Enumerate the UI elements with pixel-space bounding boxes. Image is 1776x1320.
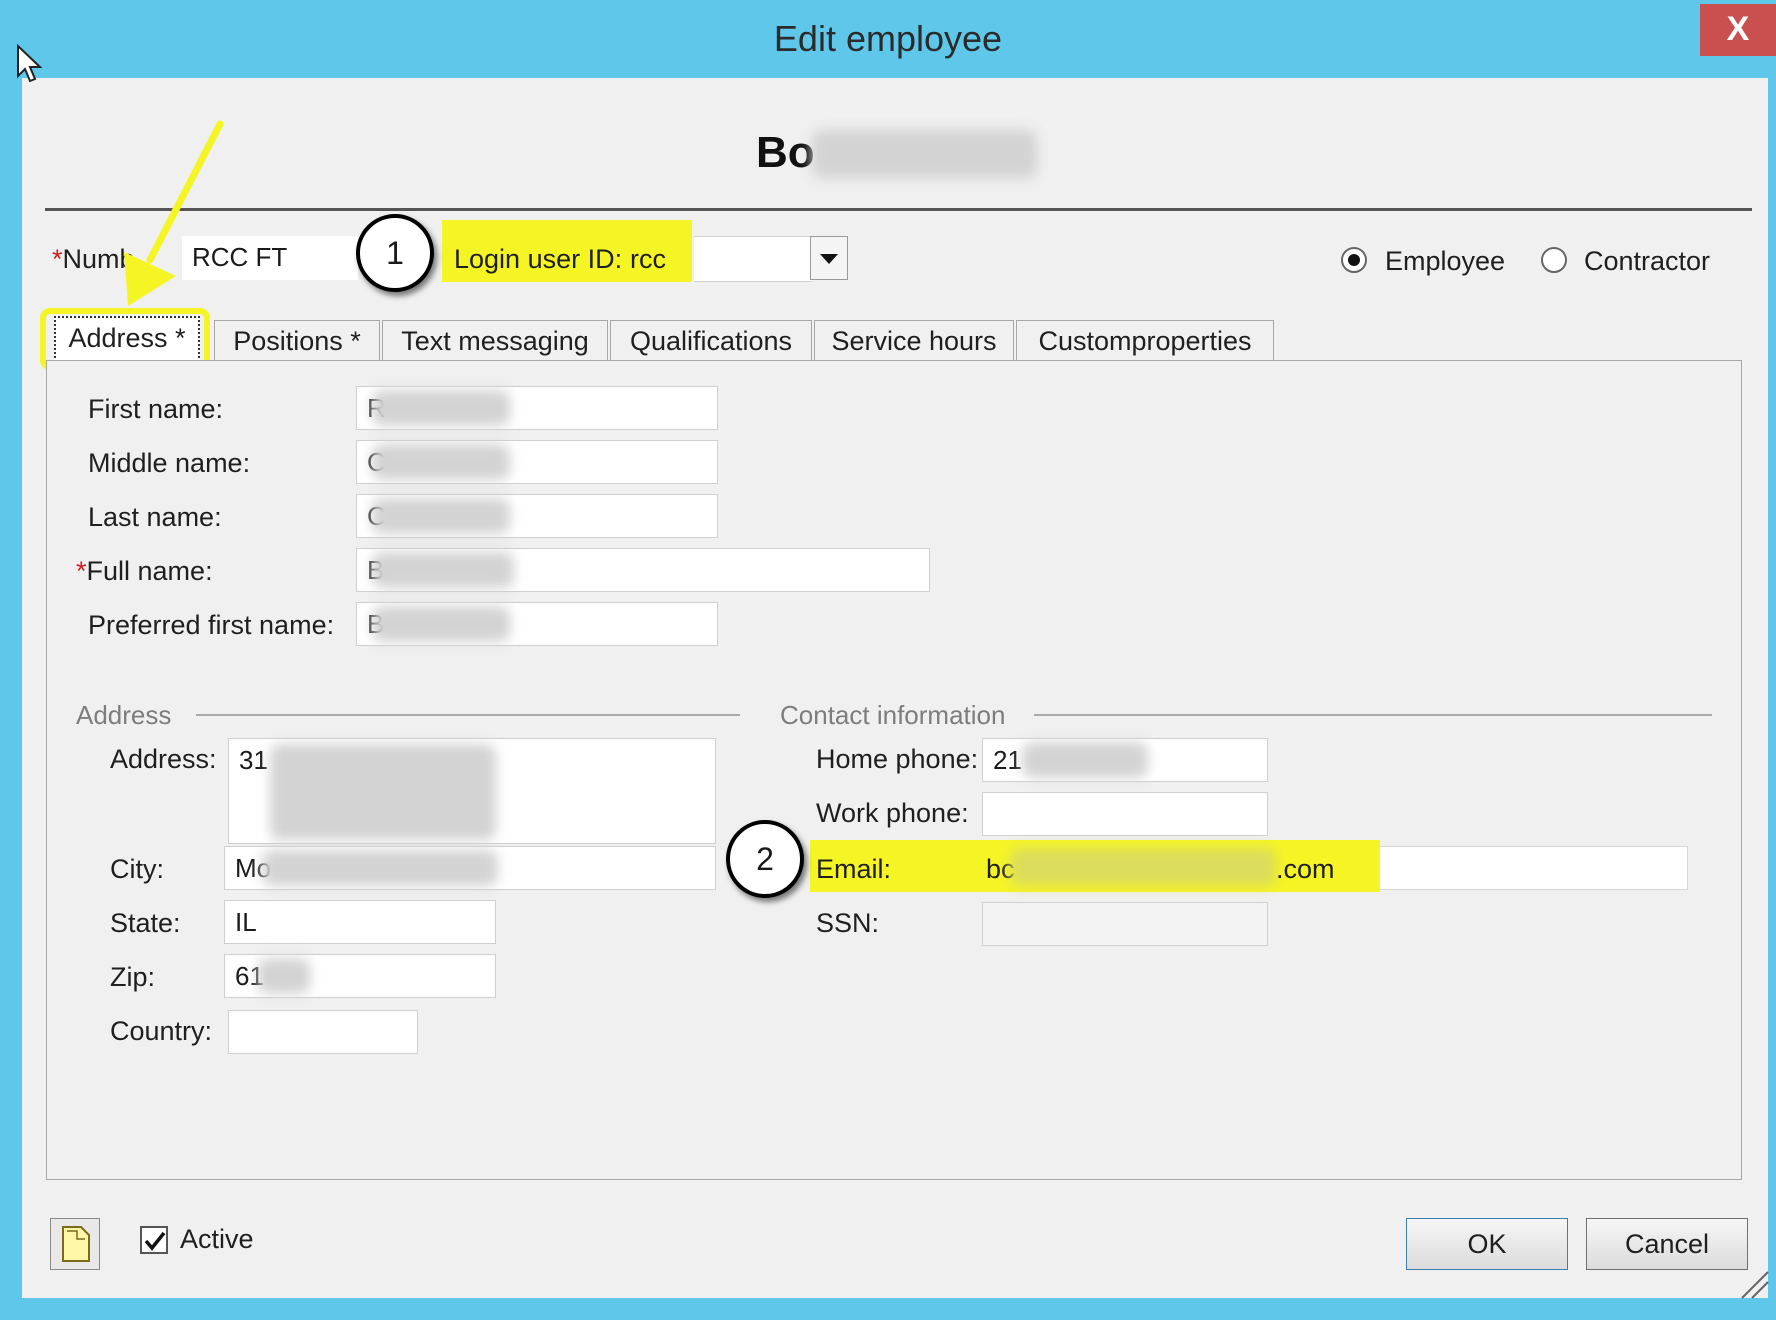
tab-address[interactable]: Address *: [54, 316, 200, 362]
close-button[interactable]: X: [1700, 4, 1776, 56]
mouse-cursor-icon: [17, 44, 43, 83]
home-phone-value: 21: [993, 745, 1022, 775]
address-group-rule: [196, 714, 740, 716]
close-icon: X: [1726, 10, 1750, 48]
ssn-label: SSN:: [816, 908, 880, 938]
middle-name-label: Middle name:: [88, 448, 251, 478]
tab-custom-properties[interactable]: Customproperties: [1016, 320, 1274, 360]
window-frame-left: [0, 78, 22, 1320]
contractor-radio[interactable]: [1540, 246, 1568, 274]
tab-positions[interactable]: Positions *: [214, 320, 380, 360]
state-value: IL: [235, 907, 257, 937]
preferred-first-name-label: Preferred first name:: [88, 610, 335, 640]
redacted-first-name: [372, 390, 510, 426]
active-label[interactable]: Active: [180, 1224, 254, 1255]
resize-grip-icon[interactable]: [1740, 1270, 1770, 1300]
edit-employee-window: Edit employee X Bo *Numb RCC FT Login us…: [0, 0, 1776, 1320]
work-phone-field[interactable]: [982, 792, 1268, 836]
contact-group-title: Contact information: [780, 700, 1006, 730]
tab-service-hours[interactable]: Service hours: [814, 320, 1014, 360]
checkmark-icon: [144, 1231, 166, 1251]
last-name-label: Last name:: [88, 502, 222, 532]
redacted-last-name: [372, 498, 510, 534]
notes-button[interactable]: [50, 1218, 100, 1270]
zip-label: Zip:: [110, 962, 156, 992]
active-checkbox[interactable]: [140, 1226, 168, 1254]
home-phone-label: Home phone:: [816, 744, 979, 774]
login-user-id-label: Login user ID:: [454, 244, 623, 274]
radio-selected-icon: [1341, 247, 1367, 273]
tab-text-messaging[interactable]: Text messaging: [382, 320, 608, 360]
address-label: Address:: [110, 744, 217, 774]
header-divider: [45, 208, 1752, 211]
work-phone-label: Work phone:: [816, 798, 969, 828]
callout-2: 2: [726, 820, 804, 898]
callout-1: 1: [356, 214, 434, 292]
radio-unselected-icon: [1541, 247, 1567, 273]
contractor-label[interactable]: Contractor: [1584, 246, 1710, 277]
contact-group-rule: [1034, 714, 1712, 716]
redacted-email: [1010, 848, 1276, 886]
country-label: Country:: [110, 1016, 213, 1046]
ssn-field[interactable]: [982, 902, 1268, 946]
state-field[interactable]: IL: [224, 900, 496, 944]
document-icon: [62, 1226, 90, 1262]
cancel-button[interactable]: Cancel: [1586, 1218, 1748, 1270]
address-group-title: Address: [76, 700, 172, 730]
city-label: City:: [110, 854, 164, 884]
address-value: 31: [239, 745, 268, 775]
country-field[interactable]: [228, 1010, 418, 1054]
window-title: Edit employee: [773, 18, 1003, 59]
login-dropdown-field: [694, 236, 812, 282]
redacted-full-name: [372, 552, 514, 588]
state-label: State:: [110, 908, 181, 938]
redacted-zip: [258, 958, 310, 994]
redacted-middle-name: [372, 444, 510, 480]
first-name-label: First name:: [88, 394, 224, 424]
arrow-annotation: [124, 120, 224, 306]
redacted-address: [270, 744, 496, 840]
ok-button[interactable]: OK: [1406, 1218, 1568, 1270]
redacted-preferred-name: [372, 606, 510, 642]
login-user-id-dropdown[interactable]: rcc: [626, 236, 848, 282]
tab-qualifications[interactable]: Qualifications: [610, 320, 812, 360]
email-value-end: .com: [1276, 854, 1335, 884]
redacted-city: [262, 850, 498, 886]
dropdown-button[interactable]: [810, 236, 848, 280]
chevron-down-icon: [820, 254, 838, 264]
window-frame-right: [1768, 78, 1776, 1320]
redacted-home-phone: [1022, 742, 1148, 778]
employee-radio[interactable]: [1340, 246, 1368, 274]
full-name-label: *Full name:: [76, 556, 213, 586]
employee-label[interactable]: Employee: [1385, 246, 1505, 277]
login-user-id-value: rcc: [630, 244, 666, 274]
redacted-name: [812, 130, 1037, 178]
employee-name-heading: Bo: [756, 128, 815, 177]
email-label: Email:: [816, 854, 892, 884]
window-frame-bottom: [0, 1298, 1776, 1320]
